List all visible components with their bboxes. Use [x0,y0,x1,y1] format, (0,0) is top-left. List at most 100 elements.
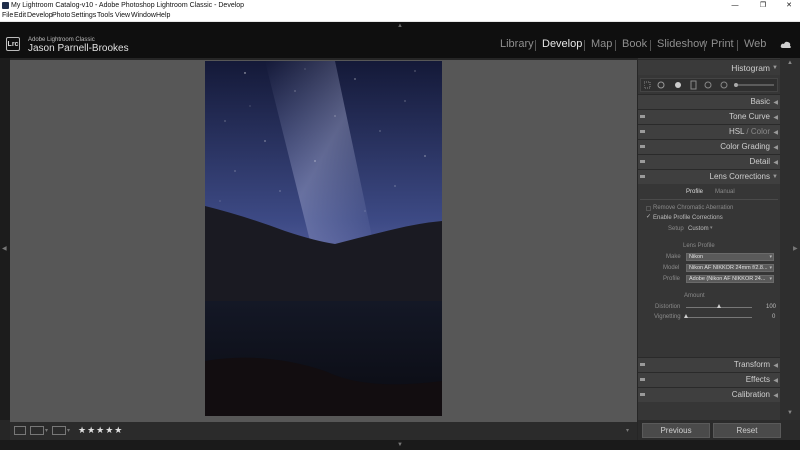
tab-profile[interactable]: Profile [686,189,703,195]
right-panel-scrollbar[interactable] [780,58,800,420]
panel-switch-icon[interactable] [640,175,645,178]
menu-bar: File Edit Develop Photo Settings Tools V… [0,11,800,22]
menu-file[interactable]: File [2,11,13,21]
amount-heading: Amount [684,293,705,299]
top-panel-toggle-icon[interactable]: ▲ [397,23,403,29]
app-icon [2,2,9,9]
panel-transform[interactable]: Transform ◀ [638,357,780,372]
loupe-view-button[interactable] [14,426,26,435]
left-panel-collapsed[interactable] [0,58,10,420]
module-separator [584,40,585,51]
panel-switch-icon[interactable] [640,393,645,396]
collapse-icon: ▼ [772,174,778,180]
vignetting-slider-track[interactable] [686,317,752,318]
vignetting-slider-thumb[interactable] [684,314,688,318]
view-dropdown-icon[interactable]: ▾ [45,427,48,434]
tab-manual[interactable]: Manual [715,189,735,195]
module-map[interactable]: Map [591,38,612,50]
module-develop[interactable]: Develop [542,38,582,50]
menu-tools[interactable]: Tools [97,11,113,21]
cloud-sync-icon[interactable] [780,40,792,50]
panel-hsl-color[interactable]: HSL / Color ◀ [638,124,780,139]
photo-preview[interactable] [205,61,442,416]
setup-label: Setup [668,226,684,232]
distortion-slider-thumb[interactable] [717,304,721,308]
menu-window[interactable]: Window [131,11,156,21]
star-rating[interactable]: ★★★★★ [78,425,123,436]
expand-icon: ◀ [773,115,778,121]
expand-icon: ◀ [773,363,778,369]
scroll-up-icon[interactable]: ▲ [783,60,797,68]
left-panel-toggle-icon[interactable]: ◀ [2,245,7,252]
profile-select[interactable]: Adobe (Nikon AF NIKKOR 24... ▾ [686,275,774,283]
module-print[interactable]: Print [711,38,734,50]
expand-icon: ◀ [773,130,778,136]
previous-button[interactable]: Previous [642,423,710,438]
scroll-down-icon[interactable]: ▼ [783,410,797,418]
menu-develop[interactable]: Develop [27,11,53,21]
module-separator [615,40,616,51]
setup-dropdown-icon[interactable]: ▾ [710,225,713,231]
menu-help[interactable]: Help [156,11,170,21]
remove-ca-label: Remove Chromatic Aberration [653,205,734,211]
minimize-button[interactable]: — [726,0,744,11]
distortion-label: Distortion [655,304,681,310]
filmstrip-toggle-icon[interactable]: ▼ [397,442,403,448]
lens-profile-heading: Lens Profile [683,243,715,249]
tab-color[interactable]: Color [751,127,770,136]
menu-edit[interactable]: Edit [14,11,26,21]
make-label: Make [666,254,681,260]
model-select[interactable]: Nikon AF NIKKOR 24mm f/2.8... ▾ [686,264,774,272]
toolbar-menu-icon[interactable]: ▾ [626,427,629,434]
remove-ca-checkbox[interactable] [646,206,651,211]
panel-color-grading[interactable]: Color Grading ◀ [638,139,780,154]
setup-dropdown[interactable]: Custom [688,226,709,232]
dropdown-arrow-icon: ▾ [769,254,772,260]
lrc-logo: Lrc [6,37,20,51]
panel-switch-icon[interactable] [640,130,645,133]
menu-photo[interactable]: Photo [52,11,70,21]
menu-view[interactable]: View [115,11,130,21]
expand-icon: ◀ [773,393,778,399]
panel-switch-icon[interactable] [640,363,645,366]
panel-switch-icon[interactable] [640,115,645,118]
reset-button[interactable]: Reset [713,423,781,438]
panel-calibration[interactable]: Calibration ◀ [638,387,780,402]
tab-divider [640,199,778,200]
distortion-value[interactable]: 100 [766,304,776,310]
panel-detail[interactable]: Detail ◀ [638,154,780,169]
panel-histogram[interactable]: Histogram ▼ [638,59,780,75]
expand-icon: ◀ [773,378,778,384]
vignetting-label: Vignetting [654,314,681,320]
panel-switch-icon[interactable] [640,145,645,148]
maximize-button[interactable]: ❐ [754,0,772,11]
dropdown-arrow-icon: ▾ [769,276,772,282]
vignetting-value[interactable]: 0 [772,314,775,320]
window-title-bar: My Lightroom Catalog-v10 - Adobe Photosh… [0,0,800,11]
panel-tone-curve[interactable]: Tone Curve ◀ [638,109,780,124]
expand-icon: ◀ [773,160,778,166]
module-library[interactable]: Library [500,38,534,50]
make-select[interactable]: Nikon ▾ [686,253,774,261]
tab-hsl[interactable]: HSL [729,127,744,136]
dropdown-arrow-icon: ▾ [769,265,772,271]
panel-switch-icon[interactable] [640,378,645,381]
expand-icon: ◀ [773,145,778,151]
module-slideshow[interactable]: Slideshow [657,38,707,50]
menu-settings[interactable]: Settings [71,11,96,21]
panel-effects[interactable]: Effects ◀ [638,372,780,387]
module-separator [704,40,705,51]
module-book[interactable]: Book [622,38,647,50]
enable-profile-checkmark-icon[interactable]: ✓ [646,213,651,220]
before-after-view-button[interactable] [30,426,44,435]
develop-tools[interactable] [644,80,776,90]
module-web[interactable]: Web [744,38,766,50]
panel-switch-icon[interactable] [640,160,645,163]
swap-dropdown-icon[interactable]: ▾ [67,427,70,434]
before-after-swap-button[interactable] [52,426,66,435]
expand-icon: ◀ [773,100,778,106]
panel-basic[interactable]: Basic ◀ [638,94,780,109]
panel-lens-corrections[interactable]: Lens Corrections ▼ [638,169,780,184]
right-panel-toggle-icon[interactable]: ▶ [793,245,798,252]
close-button[interactable]: ✕ [780,0,798,11]
